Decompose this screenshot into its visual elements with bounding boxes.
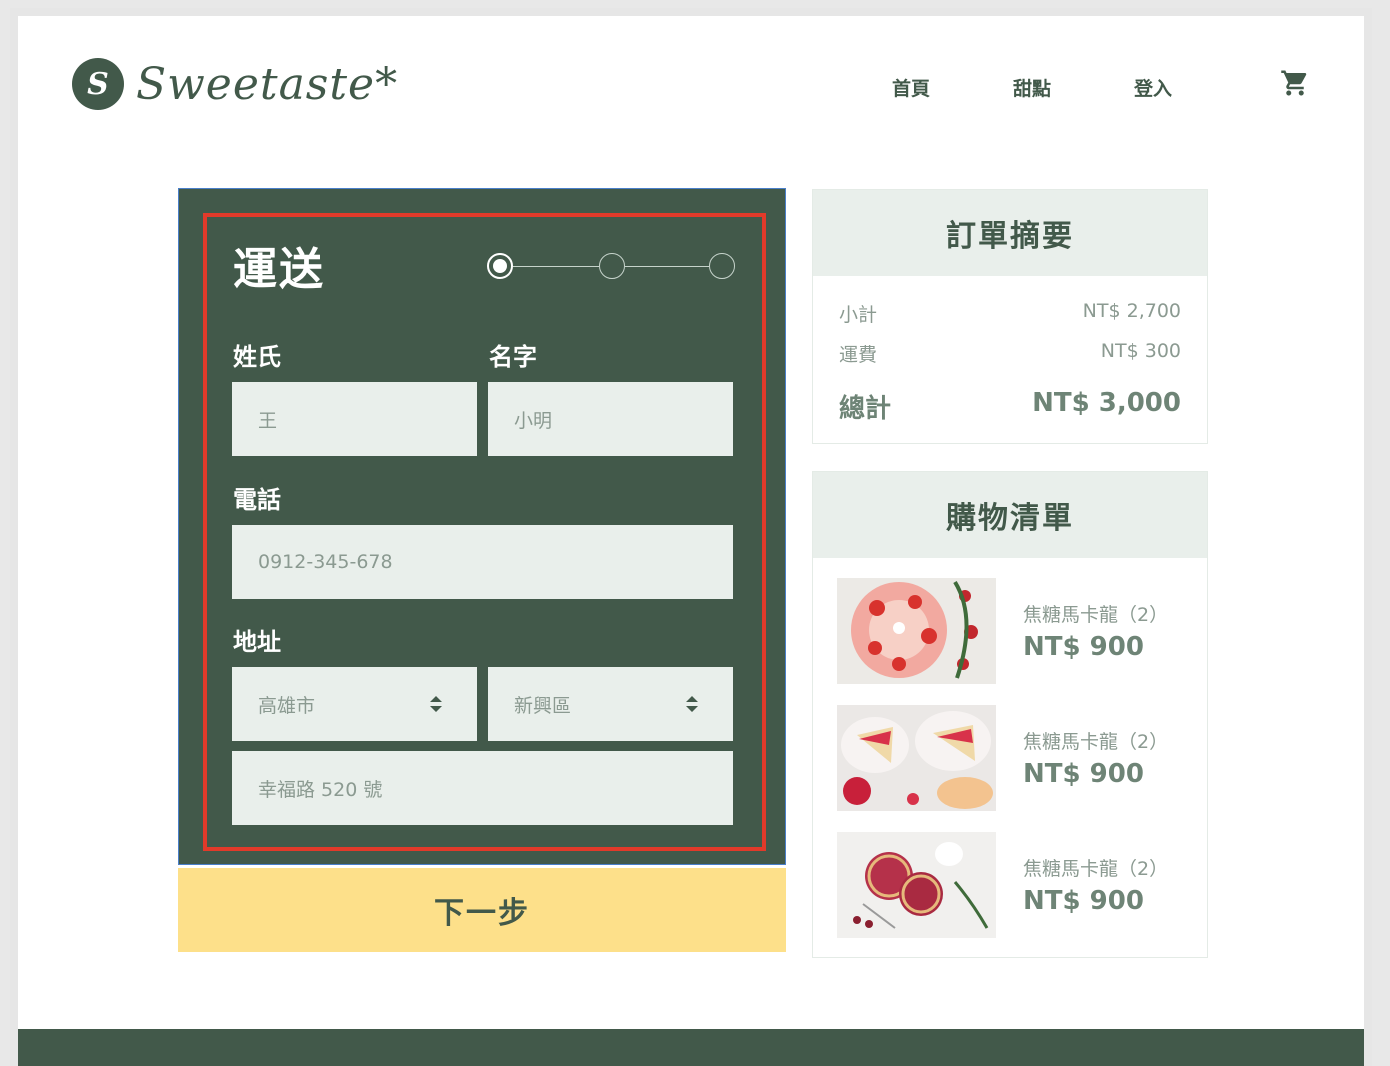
last-name-input[interactable]: 王 [232, 382, 477, 456]
first-name-input[interactable]: 小明 [488, 382, 733, 456]
item-name: 焦糖馬卡龍（2） [1023, 858, 1169, 880]
step-connector [513, 266, 599, 267]
shipping-fee-value: NT$ 300 [1100, 340, 1181, 362]
district-select[interactable]: 新興區 [488, 667, 733, 741]
product-image [837, 578, 996, 684]
product-image [837, 832, 996, 938]
shipping-fee-label: 運費 [839, 344, 878, 366]
next-step-button[interactable]: 下一步 [178, 868, 786, 952]
nav-desserts-link[interactable]: 甜點 [1013, 74, 1051, 101]
address-label: 地址 [233, 628, 281, 656]
order-summary-title: 訂單摘要 [813, 190, 1207, 276]
list-item[interactable]: 焦糖馬卡龍（2） NT$ 900 [837, 705, 1185, 811]
page: S Sweetaste* 首頁 甜點 登入 運送 姓氏 名字 王 小明 電話 0… [10, 8, 1372, 1066]
last-name-label: 姓氏 [233, 343, 281, 371]
step-1-indicator [487, 253, 513, 279]
product-image [837, 705, 996, 811]
total-label: 總計 [839, 394, 892, 424]
item-price: NT$ 900 [1023, 759, 1144, 789]
city-select[interactable]: 高雄市 [232, 667, 477, 741]
nav-login-link[interactable]: 登入 [1134, 74, 1172, 101]
order-summary-card: 訂單摘要 小計 NT$ 2,700 運費 NT$ 300 總計 NT$ 3,00… [812, 189, 1208, 444]
list-item[interactable]: 焦糖馬卡龍（2） NT$ 900 [837, 832, 1185, 938]
phone-input[interactable]: 0912-345-678 [232, 525, 733, 599]
logo-badge-icon: S [72, 58, 124, 110]
subtotal-value: NT$ 2,700 [1082, 300, 1181, 322]
subtotal-label: 小計 [839, 304, 878, 326]
footer-bar [18, 1029, 1364, 1066]
item-name: 焦糖馬卡龍（2） [1023, 731, 1169, 753]
select-arrows-icon [430, 696, 442, 712]
city-select-value: 高雄市 [258, 694, 316, 717]
progress-stepper [487, 253, 735, 281]
select-arrows-icon [686, 696, 698, 712]
first-name-label: 名字 [489, 343, 537, 371]
shipping-fee-row: 運費 NT$ 300 [839, 340, 1181, 367]
total-row: 總計 NT$ 3,000 [839, 388, 1181, 425]
district-select-value: 新興區 [514, 694, 572, 717]
shopping-list-title: 購物清單 [813, 472, 1207, 558]
item-price: NT$ 900 [1023, 886, 1144, 916]
cart-icon[interactable] [1280, 68, 1310, 98]
brand-name: Sweetaste* [136, 58, 399, 110]
total-value: NT$ 3,000 [1032, 388, 1181, 418]
item-name: 焦糖馬卡龍（2） [1023, 604, 1169, 626]
step-connector [625, 266, 709, 267]
brand-logo[interactable]: S Sweetaste* [72, 58, 398, 110]
step-2-indicator [599, 253, 625, 279]
shipping-form-panel: 運送 姓氏 名字 王 小明 電話 0912-345-678 地址 高雄市 新興區 [178, 188, 786, 865]
form-title: 運送 [233, 244, 325, 295]
step-3-indicator [709, 253, 735, 279]
shopping-list-card: 購物清單 焦糖馬卡龍（2） NT$ 900 焦糖馬卡龍（2） NT$ 900 焦… [812, 471, 1208, 958]
street-input[interactable]: 幸福路 520 號 [232, 751, 733, 825]
nav-home-link[interactable]: 首頁 [892, 74, 930, 101]
list-item[interactable]: 焦糖馬卡龍（2） NT$ 900 [837, 578, 1185, 684]
item-price: NT$ 900 [1023, 632, 1144, 662]
phone-label: 電話 [233, 486, 281, 514]
subtotal-row: 小計 NT$ 2,700 [839, 300, 1181, 327]
